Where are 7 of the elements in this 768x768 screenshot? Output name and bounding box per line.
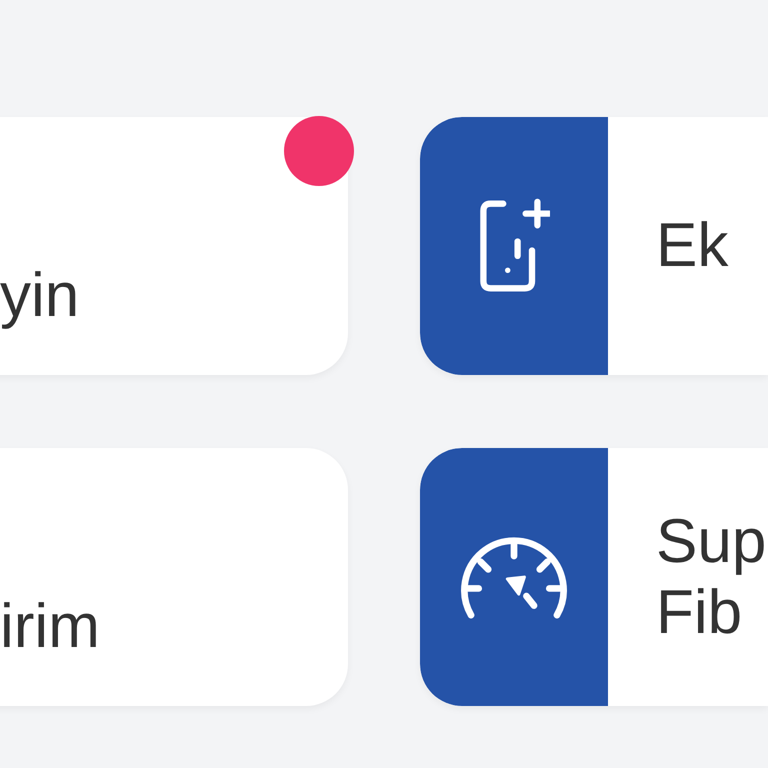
card-title: Ek bbox=[656, 210, 728, 282]
menu-card[interactable]: Ek bbox=[420, 117, 768, 375]
card-title: irim bbox=[0, 590, 101, 662]
card-title: Sup Fib bbox=[656, 506, 766, 648]
card-title: yin bbox=[0, 260, 80, 331]
menu-card[interactable]: Sup Fib bbox=[420, 448, 768, 706]
menu-card[interactable]: irim bbox=[0, 448, 348, 706]
